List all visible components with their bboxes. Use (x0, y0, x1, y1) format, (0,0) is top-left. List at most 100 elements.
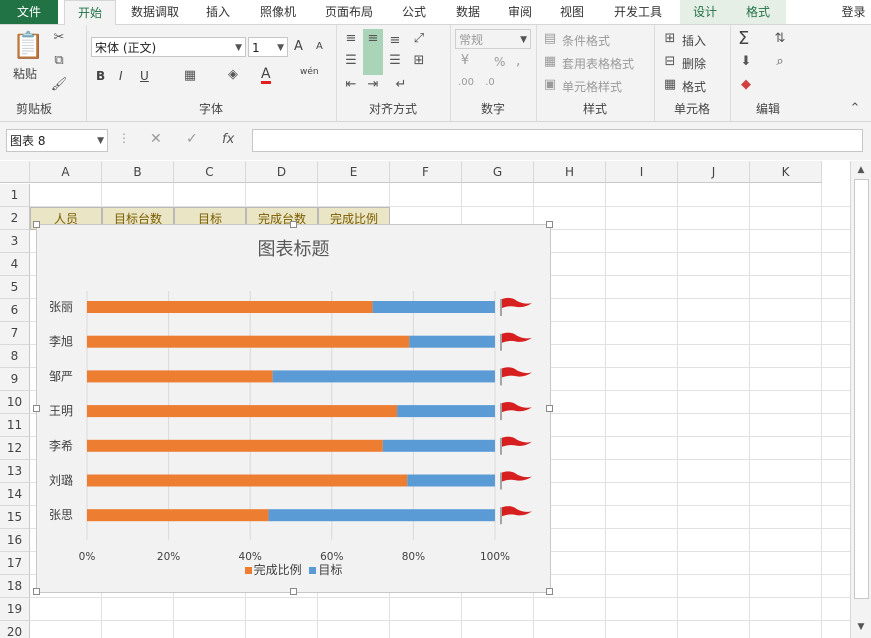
column-header-F[interactable]: F (390, 161, 462, 183)
resize-handle[interactable] (289, 221, 297, 228)
bar-target[interactable] (268, 509, 495, 522)
row-header-8[interactable]: 8 (0, 345, 30, 368)
tab-insert[interactable]: 插入 (196, 0, 240, 24)
decrease-decimal-icon[interactable]: .0 (480, 77, 500, 88)
italic-button[interactable]: I (119, 69, 123, 83)
chart-legend[interactable]: 完成比例 目标 (37, 561, 550, 578)
login-link[interactable]: 登录 (836, 0, 871, 24)
align-right-icon[interactable]: ☰ (386, 53, 404, 68)
tab-data[interactable]: 数据 (446, 0, 490, 24)
font-name-select[interactable]: 宋体 (正文) ▼ (91, 37, 246, 57)
column-header-E[interactable]: E (318, 161, 390, 183)
fill-icon[interactable]: ⬇ (738, 54, 754, 69)
bar-target[interactable] (397, 405, 495, 418)
tab-home[interactable]: 开始 (64, 0, 116, 25)
phonetic-button[interactable]: wén (300, 67, 319, 77)
table-format-button[interactable]: 套用表格格式 (562, 55, 634, 72)
cancel-icon[interactable]: ✕ (150, 131, 162, 147)
find-select-icon[interactable]: ⌕ (772, 54, 788, 69)
row-header-16[interactable]: 16 (0, 529, 30, 552)
bar-done[interactable] (87, 370, 273, 383)
paste-icon[interactable]: 📋 (12, 31, 44, 61)
underline-button[interactable]: U (140, 69, 149, 83)
bar-target[interactable] (382, 439, 495, 452)
align-middle-icon[interactable]: ≡ (363, 29, 383, 75)
orientation-icon[interactable]: ⤢ (410, 31, 428, 46)
tab-data-fetch[interactable]: 数据调取 (120, 0, 190, 24)
clear-icon[interactable]: ◆ (738, 77, 754, 92)
column-header-K[interactable]: K (750, 161, 822, 183)
column-header-B[interactable]: B (102, 161, 174, 183)
insert-function-button[interactable]: fx (222, 132, 234, 147)
bar-done[interactable] (87, 474, 408, 487)
column-header-A[interactable]: A (30, 161, 102, 183)
column-header-J[interactable]: J (678, 161, 750, 183)
currency-icon[interactable]: ¥ (456, 53, 474, 68)
row-header-19[interactable]: 19 (0, 598, 30, 621)
bar-done[interactable] (87, 301, 373, 313)
resize-handle[interactable] (33, 221, 40, 228)
bar-target[interactable] (409, 335, 495, 348)
row-header-11[interactable]: 11 (0, 414, 30, 437)
resize-handle[interactable] (289, 588, 297, 595)
bar-done[interactable] (87, 335, 410, 348)
bar-done[interactable] (87, 405, 398, 418)
conditional-format-button[interactable]: 条件格式 (562, 32, 610, 49)
scroll-thumb[interactable] (854, 179, 869, 599)
formula-input[interactable] (252, 129, 863, 152)
align-bottom-icon[interactable]: ≡ (386, 33, 404, 48)
tab-view[interactable]: 视图 (550, 0, 594, 24)
tab-file[interactable]: 文件 (0, 0, 58, 24)
resize-handle[interactable] (546, 221, 553, 228)
cell-styles-button[interactable]: 单元格样式 (562, 78, 622, 95)
resize-handle[interactable] (33, 404, 40, 412)
row-header-2[interactable]: 2 (0, 207, 30, 230)
column-header-G[interactable]: G (462, 161, 534, 183)
resize-handle[interactable] (546, 404, 553, 412)
format-cells-button[interactable]: 格式 (682, 78, 706, 95)
comma-button[interactable]: , (516, 53, 520, 69)
row-header-14[interactable]: 14 (0, 483, 30, 506)
column-header-C[interactable]: C (174, 161, 246, 183)
column-header-D[interactable]: D (246, 161, 318, 183)
enter-icon[interactable]: ✓ (186, 131, 198, 147)
increase-decimal-icon[interactable]: .00 (456, 77, 476, 88)
tab-camera[interactable]: 照像机 (250, 0, 306, 24)
row-header-15[interactable]: 15 (0, 506, 30, 529)
decrease-indent-icon[interactable]: ⇤ (342, 77, 360, 92)
sort-filter-icon[interactable]: ⇅ (772, 31, 788, 46)
resize-handle[interactable] (546, 588, 553, 595)
tab-format[interactable]: 格式 (730, 0, 786, 24)
vertical-scrollbar[interactable]: ▲ ▼ (850, 161, 871, 638)
number-format-select[interactable]: 常规 ▼ (455, 29, 531, 49)
column-header-I[interactable]: I (606, 161, 678, 183)
row-header-20[interactable]: 20 (0, 621, 30, 638)
row-header-6[interactable]: 6 (0, 299, 30, 322)
align-left-icon[interactable]: ☰ (342, 53, 360, 68)
copy-icon[interactable]: ⧉ (50, 53, 68, 68)
merge-center-icon[interactable]: ⊞ (410, 53, 428, 68)
row-header-3[interactable]: 3 (0, 230, 30, 253)
bar-target[interactable] (272, 370, 495, 383)
tab-review[interactable]: 审阅 (498, 0, 542, 24)
row-header-1[interactable]: 1 (0, 184, 30, 207)
delete-cells-button[interactable]: 删除 (682, 55, 706, 72)
font-size-select[interactable]: 1 ▼ (248, 37, 288, 57)
bold-button[interactable]: B (96, 69, 105, 83)
bar-target[interactable] (407, 474, 495, 487)
bar-done[interactable] (87, 509, 269, 522)
increase-indent-icon[interactable]: ⇥ (364, 77, 382, 92)
row-header-5[interactable]: 5 (0, 276, 30, 299)
tab-design[interactable]: 设计 (680, 0, 730, 24)
autosum-button[interactable]: Σ (738, 28, 749, 49)
align-top-icon[interactable]: ≡ (342, 31, 360, 46)
row-header-7[interactable]: 7 (0, 322, 30, 345)
percent-button[interactable]: % (494, 55, 505, 69)
name-box[interactable]: 图表 8 ▼ (6, 129, 108, 152)
grow-font-button[interactable]: A (294, 39, 303, 54)
row-header-17[interactable]: 17 (0, 552, 30, 575)
insert-cells-button[interactable]: 插入 (682, 32, 706, 49)
cut-icon[interactable]: ✂ (50, 30, 68, 45)
row-header-12[interactable]: 12 (0, 437, 30, 460)
row-header-10[interactable]: 10 (0, 391, 30, 414)
